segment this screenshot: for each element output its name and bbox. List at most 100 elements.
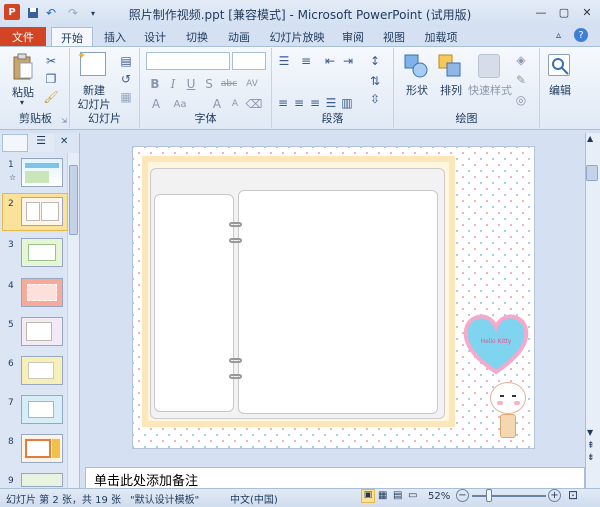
slide-thumbnail-2[interactable] <box>21 197 63 226</box>
shape-outline-icon[interactable]: ✎ <box>512 72 530 88</box>
quick-styles-label: 快速样式 <box>468 84 512 97</box>
reset-icon[interactable]: ↺ <box>118 72 134 86</box>
photo-placeholder-right[interactable] <box>238 190 438 414</box>
decrease-indent-icon[interactable]: ⇤ <box>322 54 338 68</box>
zoom-in-button[interactable]: + <box>548 489 561 502</box>
cut-icon[interactable]: ✂ <box>44 54 58 68</box>
slide-thumbnail-9[interactable] <box>21 473 63 487</box>
normal-view-icon[interactable]: ▣ <box>361 489 375 503</box>
binder-ring-1 <box>229 222 242 227</box>
scroll-down-icon[interactable]: ▼ <box>587 428 593 437</box>
editing-icon[interactable] <box>548 54 570 76</box>
slides-group-label: 幻灯片 <box>88 112 121 125</box>
thumbnail-scroll-thumb[interactable] <box>69 165 78 235</box>
slide-thumbnail-4[interactable] <box>21 278 63 307</box>
slide-count-status: 幻灯片 第 2 张，共 19 张 <box>6 495 121 506</box>
new-slide-icon[interactable]: ✦ <box>77 49 106 76</box>
slide-thumbnail-8[interactable] <box>21 434 63 463</box>
numbering-icon[interactable]: ≡ <box>298 54 314 68</box>
previous-slide-icon[interactable]: ⇞ <box>587 441 595 451</box>
increase-indent-icon[interactable]: ⇥ <box>340 54 356 68</box>
line-spacing-icon[interactable]: ↕ <box>366 54 384 68</box>
tab-view[interactable]: 视图 <box>377 27 411 46</box>
tab-insert[interactable]: 插入 <box>98 27 132 46</box>
slide-number-1: 1 <box>8 160 14 170</box>
zoom-slider-track[interactable] <box>472 495 546 497</box>
shape-effects-icon[interactable]: ◎ <box>512 92 530 108</box>
shape-fill-icon[interactable]: ◈ <box>512 52 530 68</box>
align-text-icon[interactable]: ⇳ <box>366 92 384 106</box>
notes-pane[interactable]: 单击此处添加备注 <box>85 467 585 489</box>
slide-number-5: 5 <box>8 320 14 330</box>
bullets-icon[interactable]: ☰ <box>276 54 292 68</box>
vertical-scroll-thumb[interactable] <box>586 165 598 181</box>
language-status[interactable]: 中文(中国) <box>230 491 278 506</box>
slide-thumbnail-1[interactable] <box>21 158 63 187</box>
columns-icon[interactable]: ▥ <box>340 96 354 110</box>
tab-home[interactable]: 开始 <box>51 27 93 47</box>
slide-sorter-icon[interactable]: ▦ <box>378 490 387 501</box>
copy-icon[interactable]: ❐ <box>44 72 58 86</box>
slideshow-view-icon[interactable]: ▭ <box>408 490 417 501</box>
tab-file[interactable]: 文件 <box>0 27 46 46</box>
char-spacing-icon[interactable]: AV <box>242 76 262 92</box>
drawing-group-label: 绘图 <box>455 112 478 125</box>
underline-icon[interactable]: U <box>184 76 198 92</box>
paragraph-group-label: 段落 <box>321 112 344 125</box>
editing-label[interactable]: 编辑 <box>542 82 578 98</box>
format-painter-icon[interactable]: 🖌 <box>43 90 58 104</box>
tab-animations[interactable]: 动画 <box>222 27 256 46</box>
paste-icon[interactable] <box>10 52 36 82</box>
zoom-level[interactable]: 52% <box>428 491 450 502</box>
scroll-up-icon[interactable]: ▲ <box>587 134 593 143</box>
section-icon[interactable]: ▦ <box>118 90 134 104</box>
align-left-icon[interactable]: ≡ <box>276 96 290 110</box>
fit-slide-icon[interactable]: ⊡ <box>568 488 578 502</box>
shapes-icon[interactable] <box>404 54 428 78</box>
paste-dropdown-icon[interactable]: ▾ <box>20 98 24 107</box>
slide-number-9: 9 <box>8 476 14 486</box>
tab-design[interactable]: 设计 <box>138 27 172 46</box>
thumbnail-scrollbar[interactable] <box>67 153 79 488</box>
group-drawing: 形状 排列 快速样式 ◈ ✎ ◎ 绘图 <box>394 48 540 128</box>
theme-status: "默认设计模板" <box>130 495 200 506</box>
clipboard-launcher-icon[interactable]: ⇲ <box>61 117 67 125</box>
close-button[interactable]: ✕ <box>576 3 598 21</box>
next-slide-icon[interactable]: ⇟ <box>587 453 595 463</box>
layout-icon[interactable]: ▤ <box>118 54 134 68</box>
slide-thumbnail-6[interactable] <box>21 356 63 385</box>
tab-slideshow[interactable]: 幻灯片放映 <box>265 27 329 46</box>
align-right-icon[interactable]: ≡ <box>308 96 322 110</box>
outline-tab[interactable]: ☰ <box>28 134 54 152</box>
font-name-combo[interactable] <box>146 52 230 70</box>
slide-thumbnail-7[interactable] <box>21 395 63 424</box>
bold-icon[interactable]: B <box>148 76 162 92</box>
font-size-combo[interactable] <box>232 52 266 70</box>
binder-ring-4 <box>229 374 242 379</box>
tab-transitions[interactable]: 切换 <box>180 27 214 46</box>
shadow-icon[interactable]: S <box>202 76 216 92</box>
justify-icon[interactable]: ☰ <box>324 96 338 110</box>
strikethrough-icon[interactable]: abc <box>220 76 238 92</box>
slides-tab[interactable] <box>2 134 28 152</box>
reading-view-icon[interactable]: ▤ <box>393 490 402 501</box>
slide-thumbnail-3[interactable] <box>21 238 63 267</box>
italic-icon[interactable]: I <box>166 76 180 92</box>
tab-review[interactable]: 审阅 <box>336 27 370 46</box>
slide-number-8: 8 <box>8 437 14 447</box>
slide-thumbnail-5[interactable] <box>21 317 63 346</box>
tab-addins[interactable]: 加载项 <box>418 27 464 46</box>
help-icon[interactable]: ? <box>574 28 588 42</box>
zoom-slider-thumb[interactable] <box>486 489 492 502</box>
quick-styles-icon[interactable] <box>478 54 500 78</box>
maximize-button[interactable]: ▢ <box>553 3 575 21</box>
minimize-button[interactable]: — <box>530 3 552 21</box>
clipboard-group-label: 剪贴板 <box>19 112 52 125</box>
ribbon-minimize-icon[interactable]: ▵ <box>556 30 561 41</box>
photo-placeholder-left[interactable] <box>154 194 234 412</box>
close-pane-icon[interactable]: ✕ <box>60 136 68 147</box>
text-direction-icon[interactable]: ⇅ <box>366 74 384 88</box>
align-center-icon[interactable]: ≡ <box>292 96 306 110</box>
zoom-out-button[interactable]: − <box>456 489 469 502</box>
arrange-icon[interactable] <box>438 54 462 78</box>
